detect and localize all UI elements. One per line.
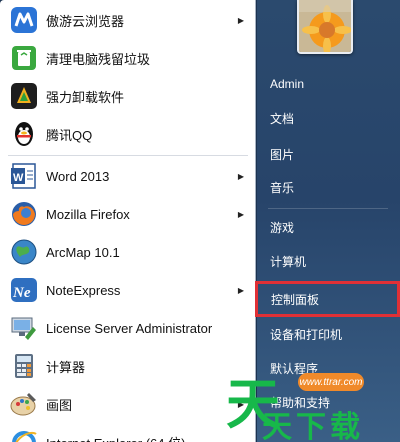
program-label: 画图 bbox=[46, 397, 73, 413]
noteexpress-icon: Ne bbox=[8, 274, 40, 306]
watermark-char: 载 bbox=[330, 410, 360, 442]
program-label: NoteExpress bbox=[46, 282, 121, 298]
program-label: 清理电脑残留垃圾 bbox=[46, 51, 151, 67]
program-label: License Server Administrator bbox=[46, 320, 213, 336]
program-item-cleaner[interactable]: 清理电脑残留垃圾 bbox=[4, 39, 252, 77]
program-item-uninstaller[interactable]: 强力卸载软件 bbox=[4, 77, 252, 115]
program-label: Mozilla Firefox bbox=[46, 206, 130, 222]
watermark-char: 天 bbox=[262, 410, 292, 442]
right-item-documents[interactable]: 文档 bbox=[262, 104, 396, 132]
program-label: Word 2013 bbox=[46, 168, 110, 184]
calculator-icon bbox=[8, 350, 40, 382]
program-label: 傲游云浏览器 bbox=[46, 13, 125, 29]
svg-text:Ne: Ne bbox=[12, 285, 31, 301]
license-server-icon bbox=[8, 312, 40, 344]
program-item-word[interactable]: W Word 2013 ▶ bbox=[4, 157, 252, 195]
program-item-firefox[interactable]: Mozilla Firefox ▶ bbox=[4, 195, 252, 233]
right-item-music[interactable]: 音乐 bbox=[262, 173, 396, 201]
menu-separator bbox=[8, 155, 248, 156]
program-label: 腾讯QQ bbox=[46, 127, 93, 143]
program-label: ArcMap 10.1 bbox=[46, 244, 120, 260]
right-item-computer[interactable]: 计算机 bbox=[262, 247, 396, 275]
program-item-qq[interactable]: 腾讯QQ bbox=[4, 115, 252, 153]
maxthon-browser-icon bbox=[8, 4, 40, 36]
uninstaller-icon bbox=[8, 80, 40, 112]
qq-penguin-icon bbox=[8, 118, 40, 150]
user-avatar[interactable] bbox=[297, 0, 353, 54]
program-item-arcmap[interactable]: ArcMap 10.1 bbox=[4, 233, 252, 271]
submenu-arrow-icon: ▶ bbox=[237, 15, 244, 25]
program-item-internet-explorer[interactable]: Internet Explorer (64 位) bbox=[4, 423, 252, 442]
right-item-devices-printers[interactable]: 设备和打印机 bbox=[262, 320, 396, 348]
submenu-arrow-icon: ▶ bbox=[237, 209, 244, 219]
word-icon: W bbox=[8, 160, 40, 192]
recycle-bin-icon bbox=[8, 42, 40, 74]
svg-text:W: W bbox=[13, 172, 24, 184]
program-label: Internet Explorer (64 位) bbox=[46, 433, 185, 442]
watermark-site: www.ttrar.com bbox=[298, 373, 364, 391]
firefox-icon bbox=[8, 198, 40, 230]
program-item-license-server[interactable]: License Server Administrator bbox=[4, 309, 252, 347]
watermark-char: 下 bbox=[296, 410, 326, 442]
right-item-games[interactable]: 游戏 bbox=[262, 213, 396, 241]
program-label: 计算器 bbox=[46, 359, 86, 375]
submenu-arrow-icon: ▶ bbox=[237, 285, 244, 295]
paint-icon bbox=[8, 388, 40, 420]
program-label: 强力卸载软件 bbox=[46, 89, 125, 105]
right-separator bbox=[268, 208, 388, 209]
right-item-control-panel[interactable]: 控制面板 bbox=[255, 281, 400, 317]
internet-explorer-icon bbox=[8, 426, 40, 442]
right-item-admin[interactable]: Admin bbox=[262, 70, 396, 98]
program-item-paint[interactable]: 画图 ▶ bbox=[4, 385, 252, 423]
programs-panel: 傲游云浏览器 ▶ 清理电脑残留垃圾 强力卸载软件 腾讯QQ W Word 201… bbox=[0, 0, 256, 442]
submenu-arrow-icon: ▶ bbox=[237, 171, 244, 181]
arcmap-globe-icon bbox=[8, 236, 40, 268]
program-item-noteexpress[interactable]: Ne NoteExpress ▶ bbox=[4, 271, 252, 309]
program-item-calculator[interactable]: 计算器 bbox=[4, 347, 252, 385]
right-item-pictures[interactable]: 图片 bbox=[262, 140, 396, 168]
program-item-maxthon[interactable]: 傲游云浏览器 ▶ bbox=[4, 1, 252, 39]
